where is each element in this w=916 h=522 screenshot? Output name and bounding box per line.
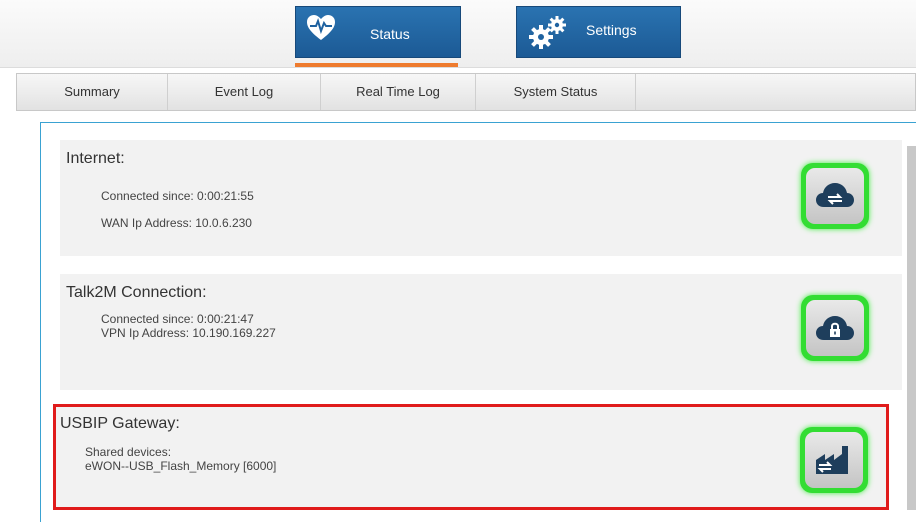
- usbip-gateway-panel: USBIP Gateway: Shared devices: eWON--USB…: [53, 404, 889, 510]
- cloud-transfer-icon: [816, 183, 854, 207]
- talk2m-status-face: [806, 300, 864, 356]
- tab-status-label: Status: [370, 26, 410, 42]
- talk2m-panel: Talk2M Connection: Connected since: 0:00…: [60, 274, 902, 390]
- talk2m-connected-since: Connected since: 0:00:21:47: [101, 312, 254, 326]
- talk2m-vpn-ip: VPN Ip Address: 10.190.169.227: [101, 326, 276, 340]
- tab-settings[interactable]: Settings: [516, 6, 681, 58]
- internet-panel: Internet: Connected since: 0:00:21:55 WA…: [60, 140, 902, 256]
- internet-connected-since: Connected since: 0:00:21:55: [101, 189, 254, 203]
- talk2m-title: Talk2M Connection:: [66, 284, 207, 301]
- internet-title: Internet:: [66, 150, 125, 167]
- usbip-status-face: [805, 432, 863, 488]
- usbip-shared-device: eWON--USB_Flash_Memory [6000]: [85, 459, 277, 473]
- factory-transfer-icon: [816, 446, 848, 474]
- usbip-status-button[interactable]: [800, 427, 868, 493]
- usbip-shared-devices-label: Shared devices:: [85, 445, 172, 459]
- subnav-system-status[interactable]: System Status: [476, 74, 636, 110]
- gears-icon: [528, 15, 568, 52]
- internet-status-face: [806, 168, 864, 224]
- subnav-real-time-log[interactable]: Real Time Log: [321, 74, 476, 110]
- subnav-summary[interactable]: Summary: [17, 74, 168, 110]
- vertical-scrollbar[interactable]: [907, 146, 916, 510]
- top-navigation-bar: Status Settings: [0, 0, 916, 68]
- heart-pulse-icon: [306, 14, 336, 45]
- active-tab-indicator: [295, 63, 458, 67]
- internet-wan-ip: WAN Ip Address: 10.0.6.230: [101, 216, 252, 230]
- usbip-title: USBIP Gateway:: [60, 415, 180, 432]
- tab-status[interactable]: Status: [295, 6, 461, 58]
- internet-status-button[interactable]: [801, 163, 869, 229]
- subnav-event-log[interactable]: Event Log: [168, 74, 321, 110]
- cloud-lock-icon: [816, 316, 854, 340]
- sub-navigation: Summary Event Log Real Time Log System S…: [16, 73, 916, 111]
- tab-settings-label: Settings: [586, 22, 637, 38]
- talk2m-status-button[interactable]: [801, 295, 869, 361]
